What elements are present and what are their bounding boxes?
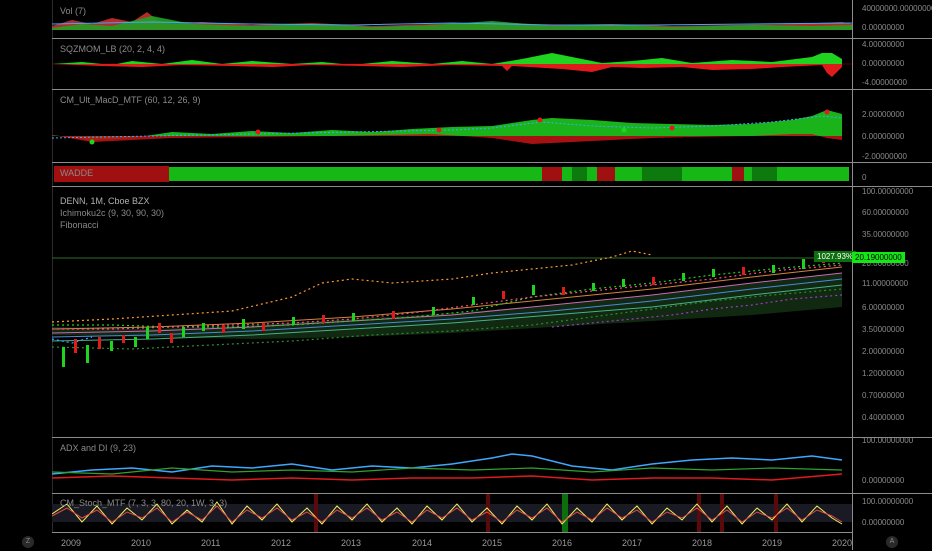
sqzmom-scale-tick: 0.00000000 — [862, 59, 905, 68]
year-label: 2010 — [131, 538, 152, 548]
macd-pane[interactable]: CM_Ult_MacD_MTF (60, 12, 26, 9) — [52, 90, 852, 162]
price-scale-tick: 0.40000000 — [862, 413, 905, 422]
volume-scale[interactable]: 40000000.00000000 0.00000000 — [852, 0, 932, 38]
stoch-scale[interactable]: 100.00000000 0.00000000 — [852, 494, 932, 532]
wadde-scale-tick: 0 — [862, 173, 867, 182]
volume-scale-tick: 40000000.00000000 — [862, 4, 932, 13]
year-label: 2019 — [762, 538, 783, 548]
year-label: 2009 — [61, 538, 82, 548]
year-label: 2011 — [201, 538, 221, 548]
adx-scale[interactable]: 100.00000000 0.00000000 — [852, 436, 932, 493]
sqzmom-scale-tick: -4.00000000 — [862, 78, 907, 87]
volume-scale-tick: 0.00000000 — [862, 23, 905, 32]
adx-pane[interactable]: ADX and DI (9, 23) — [52, 438, 852, 493]
volume-title: Vol (7) — [60, 6, 87, 16]
stoch-scale-tick: 0.00000000 — [862, 518, 905, 527]
year-label: 2014 — [412, 538, 433, 548]
main-price-pane[interactable]: DENN, 1M, Cboe BZX Ichimoku2c (9, 30, 90… — [52, 187, 857, 437]
macd-title: CM_Ult_MacD_MTF (60, 12, 26, 9) — [60, 95, 201, 105]
volume-chart — [52, 12, 852, 30]
year-label: 2013 — [341, 538, 362, 548]
sqzmom-pane[interactable]: SQZMOM_LB (20, 2, 4, 4) — [52, 39, 852, 89]
adx-title: ADX and DI (9, 23) — [60, 443, 137, 453]
year-label: 2016 — [552, 538, 573, 548]
last-price-label: 20.19000000 — [852, 252, 905, 263]
wadde-pane[interactable]: WADDE — [52, 163, 852, 186]
macd-scale-tick: -2.00000000 — [862, 152, 907, 161]
wadde-chart — [54, 166, 849, 182]
stoch-scale-tick: 100.00000000 — [862, 497, 914, 506]
year-label: 2017 — [622, 538, 643, 548]
adx-scale-tick: 100.00000000 — [862, 436, 914, 445]
volume-pane[interactable]: Vol (7) — [52, 0, 852, 38]
stoch-pane[interactable]: CM_Stoch_MTF (7, 3, 3, 80, 20, 1W, 3, 3) — [52, 494, 852, 532]
year-label: 2015 — [482, 538, 503, 548]
sqzmom-scale-tick: 4.00000000 — [862, 40, 905, 49]
price-scale-tick: 35.00000000 — [862, 230, 909, 239]
auto-scale-button[interactable]: A — [886, 536, 898, 548]
sqzmom-scale[interactable]: 4.00000000 0.00000000 -4.00000000 — [852, 39, 932, 89]
main-price-chart — [52, 250, 852, 367]
price-scale-tick: 6.00000000 — [862, 303, 905, 312]
price-scale-tick: 3.50000000 — [862, 325, 905, 334]
year-label: 2020 — [832, 538, 853, 548]
year-label: 2018 — [692, 538, 713, 548]
zoom-toggle-button[interactable]: Z — [22, 536, 34, 548]
symbol-title[interactable]: DENN, 1M, Cboe BZX — [60, 196, 150, 206]
year-label: 2012 — [271, 538, 292, 548]
percent-change-label: 1027.93% — [814, 251, 857, 262]
price-scale-tick: 1.20000000 — [862, 369, 905, 378]
stoch-title: CM_Stoch_MTF (7, 3, 3, 80, 20, 1W, 3, 3) — [60, 498, 228, 508]
price-scale-tick: 11.00000000 — [862, 279, 909, 288]
price-scale-tick: 2.00000000 — [862, 347, 905, 356]
wadde-title: WADDE — [60, 168, 94, 178]
time-axis[interactable]: 2009 2010 2011 2012 2013 2014 2015 2016 … — [52, 532, 852, 551]
price-scale-tick: 0.70000000 — [862, 391, 905, 400]
adx-chart — [52, 453, 843, 481]
sqzmom-chart — [52, 53, 852, 77]
adx-scale-tick: 0.00000000 — [862, 476, 905, 485]
price-scale-tick: 60.00000000 — [862, 208, 909, 217]
wadde-scale[interactable]: 0 — [852, 163, 932, 186]
main-price-scale[interactable]: 100.00000000 60.00000000 35.00000000 20.… — [852, 187, 932, 437]
price-scale-tick: 100.00000000 — [862, 187, 914, 196]
macd-scale-tick: 0.00000000 — [862, 132, 905, 141]
sqzmom-title: SQZMOM_LB (20, 2, 4, 4) — [60, 44, 166, 54]
fibonacci-title[interactable]: Fibonacci — [60, 220, 99, 230]
macd-scale[interactable]: 2.00000000 0.00000000 -2.00000000 — [852, 90, 932, 162]
ichimoku-title[interactable]: Ichimoku2c (9, 30, 90, 30) — [60, 208, 164, 218]
macd-scale-tick: 2.00000000 — [862, 110, 905, 119]
